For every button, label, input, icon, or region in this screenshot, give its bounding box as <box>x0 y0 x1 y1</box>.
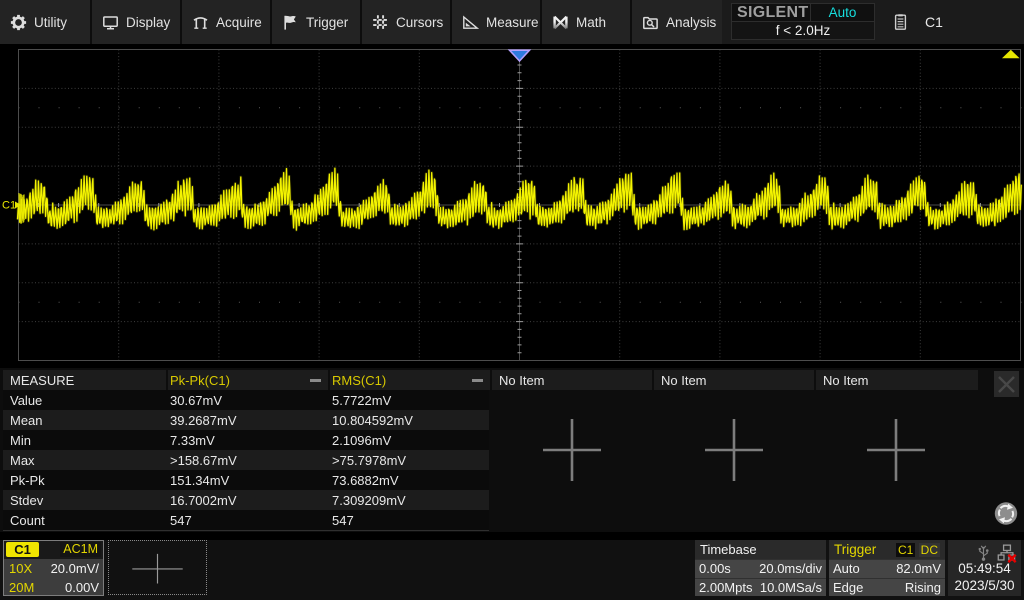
svg-text:C1: C1 <box>2 200 16 212</box>
